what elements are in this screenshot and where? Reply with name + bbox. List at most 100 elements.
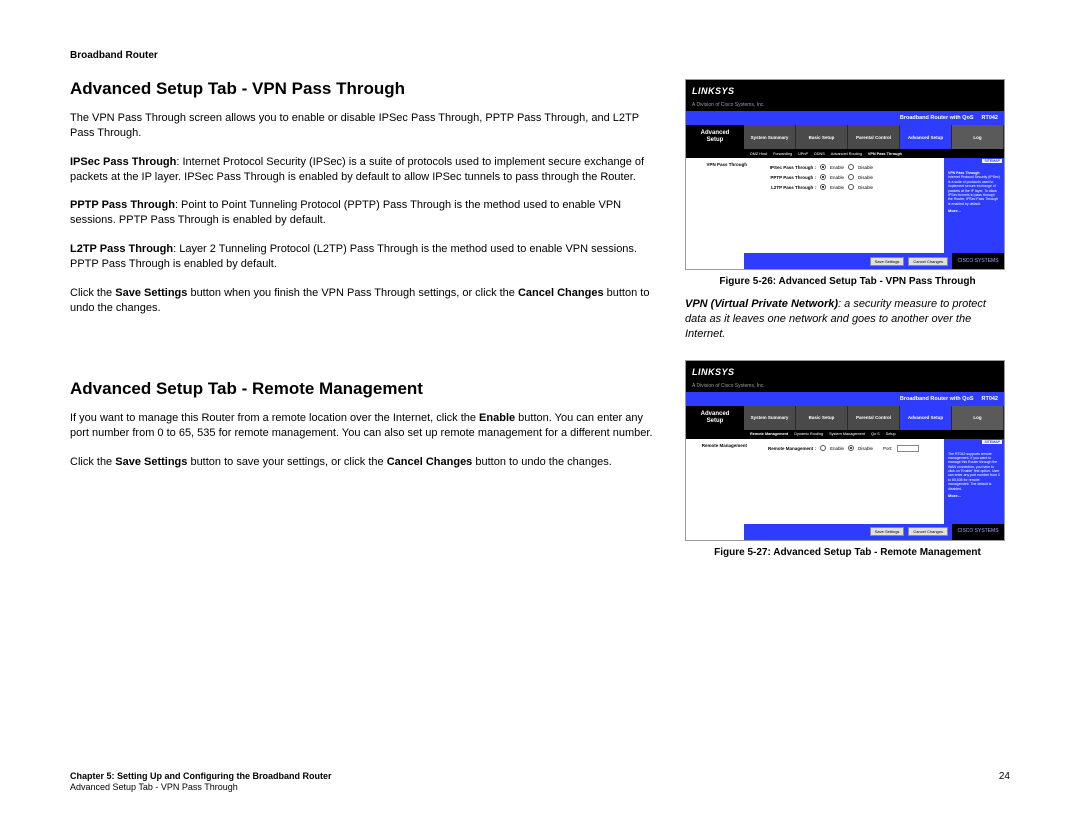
router-subnav-2: Remote Management Dynamic Routing System…	[686, 430, 1004, 439]
save-note-remote: Click the Save Settings button to save y…	[70, 455, 657, 470]
router-side-label: VPN Pass Through	[686, 158, 750, 253]
l2tp-paragraph: L2TP Pass Through: Layer 2 Tunneling Pro…	[70, 242, 657, 272]
router-side-label-2: Remote Management	[686, 439, 750, 524]
router-tabs: System Summary Basic Setup Parental Cont…	[744, 125, 1004, 149]
subnav-upnp[interactable]: UPnP	[798, 152, 808, 156]
tab-basic-setup-2[interactable]: Basic Setup	[796, 406, 848, 430]
router-brand-sub: A Division of Cisco Systems, Inc.	[686, 102, 1004, 111]
section-title-remote: Advanced Setup Tab - Remote Management	[70, 379, 657, 399]
remote-enable-radio[interactable]	[820, 445, 826, 451]
sitemap-link-2[interactable]: SITEMAP	[982, 440, 1002, 444]
footer-chapter: Chapter 5: Setting Up and Configuring th…	[70, 771, 332, 781]
vpn-intro-paragraph: The VPN Pass Through screen allows you t…	[70, 111, 657, 141]
more-link[interactable]: More...	[948, 208, 1000, 213]
router-form-2: Remote Management : Enable Disable Port:	[750, 439, 944, 524]
router-nav-section: Advanced Setup	[686, 125, 744, 149]
document-page: Broadband Router Advanced Setup Tab - VP…	[0, 0, 1080, 834]
figure-5-26-caption: Figure 5-26: Advanced Setup Tab - VPN Pa…	[685, 276, 1010, 287]
router-product-bar: Broadband Router with QoS RT042	[686, 111, 1004, 125]
ipsec-enable-radio[interactable]	[820, 164, 826, 170]
router-form: IPSec Pass Through : Enable Disable PPTP…	[750, 158, 944, 253]
router-footer-2: Save Settings Cancel Changes CISCO SYSTE…	[686, 524, 1004, 540]
l2tp-row: L2TP Pass Through : Enable Disable	[758, 184, 936, 190]
pptp-row: PPTP Pass Through : Enable Disable	[758, 174, 936, 180]
subnav-vpn[interactable]: VPN Pass Through	[868, 152, 902, 156]
tab-system-summary-2[interactable]: System Summary	[744, 406, 796, 430]
running-header: Broadband Router	[70, 50, 1010, 61]
section-title-vpn: Advanced Setup Tab - VPN Pass Through	[70, 79, 657, 99]
footer-left: Chapter 5: Setting Up and Configuring th…	[70, 771, 332, 794]
figure-5-26-image: LINKSYS A Division of Cisco Systems, Inc…	[685, 79, 1005, 270]
pptp-enable-radio[interactable]	[820, 174, 826, 180]
remote-port-input[interactable]	[897, 445, 919, 452]
subnav-setup[interactable]: Setup	[886, 432, 896, 436]
ipsec-label: IPSec Pass Through	[70, 156, 176, 168]
cancel-changes-term-2: Cancel Changes	[387, 456, 473, 468]
router-subnav: DMZ Host Forwarding UPnP DDNS Advanced R…	[686, 149, 1004, 158]
router-help-panel: SITEMAP VPN Pass Through Internet Protoc…	[944, 158, 1004, 253]
tab-system-summary[interactable]: System Summary	[744, 125, 796, 149]
pptp-paragraph: PPTP Pass Through: Point to Point Tunnel…	[70, 198, 657, 228]
spacer	[70, 329, 657, 379]
subnav-dyn-routing[interactable]: Dynamic Routing	[794, 432, 823, 436]
more-link-2[interactable]: More...	[948, 493, 1000, 498]
l2tp-label: L2TP Pass Through	[70, 243, 173, 255]
page-footer: Chapter 5: Setting Up and Configuring th…	[70, 771, 1010, 794]
subnav-sys-mgmt[interactable]: System Management	[829, 432, 865, 436]
save-settings-term: Save Settings	[115, 287, 187, 299]
ipsec-paragraph: IPSec Pass Through: Internet Protocol Se…	[70, 155, 657, 185]
tab-log-2[interactable]: Log	[952, 406, 1004, 430]
subnav-forwarding[interactable]: Forwarding	[773, 152, 792, 156]
subnav-remote-mgmt[interactable]: Remote Management	[750, 432, 788, 436]
subnav-adv-routing[interactable]: Advanced Routing	[831, 152, 862, 156]
tab-basic-setup[interactable]: Basic Setup	[796, 125, 848, 149]
router-brand-sub-2: A Division of Cisco Systems, Inc.	[686, 383, 1004, 392]
cisco-logo: CISCO SYSTEMS	[952, 253, 1004, 269]
router-brand-2: LINKSYS	[686, 361, 1004, 383]
subnav-dmz[interactable]: DMZ Host	[750, 152, 767, 156]
save-settings-button[interactable]: Save Settings	[870, 257, 905, 266]
cancel-changes-button-2[interactable]: Cancel Changes	[908, 527, 948, 536]
router-body-2: Remote Management Remote Management : En…	[686, 439, 1004, 524]
main-text-column: Advanced Setup Tab - VPN Pass Through Th…	[70, 79, 657, 568]
figures-column: LINKSYS A Division of Cisco Systems, Inc…	[685, 79, 1010, 568]
pptp-disable-radio[interactable]	[848, 174, 854, 180]
router-nav: Advanced Setup System Summary Basic Setu…	[686, 125, 1004, 149]
tab-advanced-setup-2[interactable]: Advanced Setup	[900, 406, 952, 430]
cisco-logo-2: CISCO SYSTEMS	[952, 524, 1004, 540]
router-footer: Save Settings Cancel Changes CISCO SYSTE…	[686, 253, 1004, 269]
router-body: VPN Pass Through IPSec Pass Through : En…	[686, 158, 1004, 253]
l2tp-enable-radio[interactable]	[820, 184, 826, 190]
router-product-bar-2: Broadband Router with QoS RT042	[686, 392, 1004, 406]
router-help-panel-2: SITEMAP The RT042 supports remote manage…	[944, 439, 1004, 524]
l2tp-disable-radio[interactable]	[848, 184, 854, 190]
remote-mgmt-row: Remote Management : Enable Disable Port:	[758, 445, 936, 452]
tab-log[interactable]: Log	[952, 125, 1004, 149]
figure-5-27-image: LINKSYS A Division of Cisco Systems, Inc…	[685, 360, 1005, 541]
remote-intro-paragraph: If you want to manage this Router from a…	[70, 411, 657, 441]
cancel-changes-button[interactable]: Cancel Changes	[908, 257, 948, 266]
save-settings-button-2[interactable]: Save Settings	[870, 527, 905, 536]
columns: Advanced Setup Tab - VPN Pass Through Th…	[70, 79, 1010, 568]
save-settings-term-2: Save Settings	[115, 456, 187, 468]
vpn-term: VPN (Virtual Private Network)	[685, 298, 838, 310]
router-nav-2: Advanced Setup System Summary Basic Setu…	[686, 406, 1004, 430]
subnav-qos[interactable]: Qo S	[871, 432, 880, 436]
vpn-definition: VPN (Virtual Private Network): a securit…	[685, 297, 1010, 342]
router-model: RT042	[981, 115, 998, 121]
router-product: Broadband Router with QoS	[900, 115, 974, 121]
tab-parental-control-2[interactable]: Parental Control	[848, 406, 900, 430]
subnav-ddns[interactable]: DDNS	[814, 152, 825, 156]
remote-disable-radio[interactable]	[848, 445, 854, 451]
sitemap-link[interactable]: SITEMAP	[982, 159, 1002, 163]
enable-term: Enable	[479, 412, 515, 424]
cancel-changes-term: Cancel Changes	[518, 287, 604, 299]
page-number: 24	[999, 771, 1010, 794]
footer-section: Advanced Setup Tab - VPN Pass Through	[70, 782, 238, 792]
ipsec-row: IPSec Pass Through : Enable Disable	[758, 164, 936, 170]
router-brand: LINKSYS	[686, 80, 1004, 102]
figure-5-27-caption: Figure 5-27: Advanced Setup Tab - Remote…	[685, 547, 1010, 558]
tab-advanced-setup[interactable]: Advanced Setup	[900, 125, 952, 149]
tab-parental-control[interactable]: Parental Control	[848, 125, 900, 149]
ipsec-disable-radio[interactable]	[848, 164, 854, 170]
